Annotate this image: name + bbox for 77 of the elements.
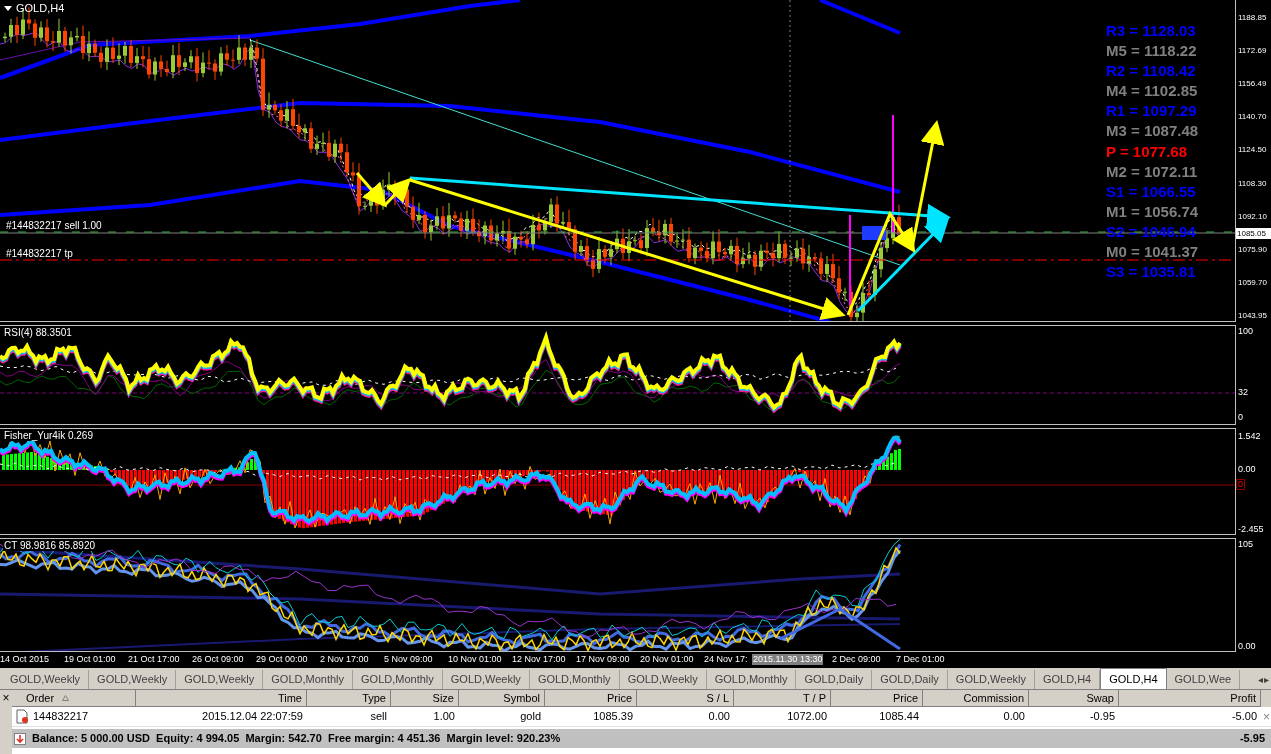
price-tick-label: 1059.70 — [1238, 278, 1267, 287]
indicator-tick-label: 1.542 — [1238, 432, 1261, 441]
table-cell-text: 1.00 — [433, 709, 455, 725]
sort-icon — [62, 695, 70, 701]
time-tick-label: 2 Dec 09:00 — [832, 655, 881, 664]
close-order-button[interactable]: × — [1263, 710, 1270, 723]
pivot-level-label: R2 = 1108.42 — [1106, 61, 1197, 82]
indicator-tick-label: 0.00 — [1238, 465, 1256, 474]
time-tick-label: 12 Nov 17:00 — [512, 655, 566, 664]
take-profit-label: #144832217 tp — [6, 249, 73, 259]
indicator-tick-label: 0.00 — [1238, 642, 1256, 651]
table-cell-text: 1085.39 — [593, 709, 633, 725]
table-cell-text: 144832217 — [33, 709, 89, 725]
chart-title: GOLD,H4 — [16, 3, 65, 14]
table-cell-text: sell — [370, 709, 387, 725]
time-tick-label: 5 Nov 09:00 — [384, 655, 433, 664]
pivot-level-label: R3 = 1128.03 — [1106, 21, 1197, 41]
table-cell-text: -5.00 — [1231, 709, 1257, 725]
time-tick-label: 14 Oct 2015 — [0, 655, 50, 664]
pivot-level-label: M3 = 1087.48 — [1106, 121, 1199, 142]
time-tick-label: 26 Oct 09:00 — [192, 655, 244, 664]
tab-scroll-button[interactable]: ◂ — [1258, 674, 1263, 685]
dropdown-triangle-icon[interactable] — [4, 6, 12, 11]
arrow — [355, 172, 387, 208]
zero-level-marker: 0 — [1236, 479, 1245, 490]
table-cell-text: 1085.44 — [879, 709, 919, 725]
pivot-level-label: M2 = 1072.11 — [1106, 161, 1199, 182]
pivot-level-label: M4 = 1102.85 — [1106, 81, 1199, 102]
indicator-title: CT 98.9816 85.8920 — [3, 541, 96, 551]
price-tick-label: 1188.85 — [1238, 14, 1267, 22]
crosshair-time-label: 2015.11.30 13:30 — [752, 654, 824, 665]
table-cell-text: gold — [520, 709, 541, 725]
price-tick-label: 1075.90 — [1238, 245, 1267, 254]
total-profit: -5.95 — [1239, 731, 1265, 747]
indicator-tick-label: -2.455 — [1238, 525, 1264, 534]
time-tick-label: 17 Nov 09:00 — [576, 655, 630, 664]
time-tick-label: 7 Dec 01:00 — [896, 655, 945, 664]
pivot-level-label: S3 = 1035.81 — [1106, 262, 1197, 283]
balance-summary: Balance: 5 000.00 USD Equity: 4 994.05 Margin: 542.70 Free margin: 4 451.36 Margin level: 920.23% — [32, 731, 561, 747]
table-cell-text: -0.95 — [1089, 709, 1115, 725]
indicator-tick-label: 32 — [1238, 388, 1248, 397]
price-tick-label: 1092.10 — [1238, 212, 1267, 221]
indicator-title: RSI(4) 88.3501 — [3, 328, 73, 338]
pivot-level-label: M1 = 1056.74 — [1106, 201, 1199, 222]
time-tick-label: 20 Nov 01:00 — [640, 655, 694, 664]
table-cell-text: 2015.12.04 22:07:59 — [202, 709, 303, 725]
time-tick-label: 19 Oct 01:00 — [64, 655, 116, 664]
pivot-level-label: S2 = 1046.94 — [1106, 221, 1197, 242]
tab-scroll-button[interactable]: ▸ — [1264, 674, 1269, 685]
price-tick-label: 1156.49 — [1238, 80, 1267, 89]
time-tick-label: 29 Oct 00:00 — [256, 655, 308, 664]
time-tick-label: 10 Nov 01:00 — [448, 655, 502, 664]
balance-icon — [14, 732, 26, 745]
pivot-level-label: P = 1077.68 — [1106, 141, 1189, 162]
chart-tab[interactable]: GOLD,H4 — [1100, 668, 1167, 689]
indicator-tick-label: 105 — [1238, 540, 1254, 549]
indicator-title: Fisher_Yur4ik 0.269 — [3, 431, 94, 441]
indicator-tick-label: 100 — [1238, 327, 1254, 336]
close-button[interactable]: × — [2, 692, 10, 704]
price-tick-label: 1124.50 — [1238, 146, 1267, 155]
table-cell-text: 1072.00 — [787, 709, 827, 725]
price-tick-label: 1172.69 — [1238, 47, 1267, 56]
pivot-level-label: S1 = 1066.55 — [1106, 181, 1197, 202]
price-tick-label: 1140.70 — [1238, 113, 1267, 122]
indicator-tick-label: 0 — [1238, 413, 1243, 422]
pivot-level-label: M5 = 1118.22 — [1106, 41, 1198, 62]
current-price-label: 1085.05 — [1236, 228, 1271, 239]
time-tick-label: 21 Oct 17:00 — [128, 655, 180, 664]
order-label: #144832217 sell 1.00 — [6, 221, 102, 231]
time-tick-label: 2 Nov 17:00 — [320, 655, 369, 664]
pivot-level-label: M0 = 1041.37 — [1106, 242, 1199, 263]
table-cell-text: 0.00 — [708, 709, 730, 725]
price-tick-label: 1043.95 — [1238, 311, 1267, 320]
pivot-level-label: R1 = 1097.29 — [1106, 101, 1198, 122]
time-tick-label: 24 Nov 17: — [704, 655, 748, 664]
table-cell-text: 0.00 — [1003, 709, 1025, 725]
price-tick-label: 1108.30 — [1238, 179, 1267, 188]
